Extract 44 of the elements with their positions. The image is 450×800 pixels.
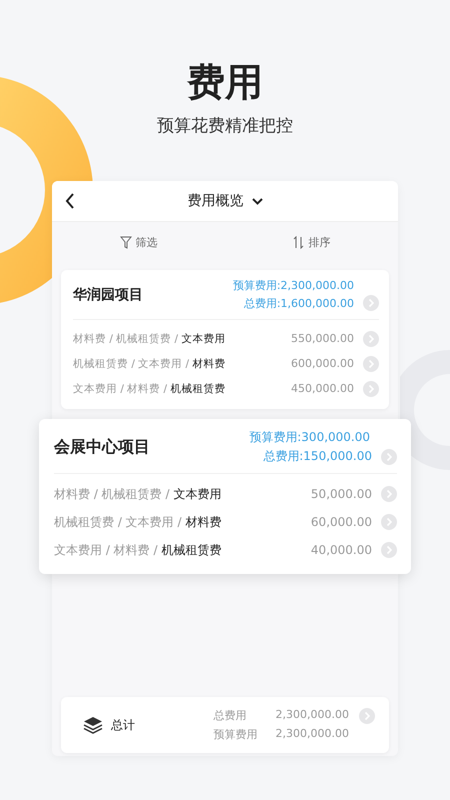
project-name: 华润园项目 <box>73 286 143 304</box>
summary-line-label: 总费用 <box>214 708 248 723</box>
sort-icon <box>292 236 304 248</box>
chevron-right-icon[interactable] <box>381 514 397 530</box>
header-title[interactable]: 费用概览 <box>188 192 244 210</box>
cost-amount: 60,000.00 <box>310 515 372 529</box>
layers-icon <box>83 716 103 734</box>
chevron-right-icon[interactable] <box>381 542 397 558</box>
summary-line-value: 2,300,000.00 <box>276 708 349 723</box>
cost-amount: 450,000.00 <box>291 382 354 395</box>
chevron-right-icon[interactable] <box>381 486 397 502</box>
budget-amount: 预算费用:300,000.00 <box>249 429 370 446</box>
summary-label: 总计 <box>111 716 136 734</box>
total-amount: 总费用:150,000.00 <box>263 448 372 465</box>
chevron-right-icon[interactable] <box>363 356 379 372</box>
project-card[interactable]: 会展中心项目 预算费用:300,000.00 总费用:150,000.00 材料费 / 机械租赁费 / 文本费用 50,000.00 机械租赁费 / 文本费用 / 材料费 60,000.00 文本费用 / 材料费 / 机械租赁费 40,000.00 <box>39 419 411 574</box>
chevron-right-icon[interactable] <box>363 295 379 311</box>
toolbar-button[interactable]: 排序 <box>225 222 398 262</box>
budget-amount: 预算费用:2,300,000.00 <box>232 278 354 293</box>
summary-line-value: 2,300,000.00 <box>276 727 349 742</box>
cost-amount: 50,000.00 <box>310 487 372 501</box>
cost-category-path: 机械租赁费 / 文本费用 / 材料费 <box>54 514 222 530</box>
cost-category-path: 机械租赁费 / 文本费用 / 材料费 <box>73 356 226 370</box>
cost-amount: 600,000.00 <box>291 357 354 370</box>
chevron-right-icon[interactable] <box>363 380 379 396</box>
cost-category-path: 材料费 / 机械租赁费 / 文本费用 <box>73 332 226 346</box>
page-title: 费用 <box>187 59 263 106</box>
chevron-right-icon[interactable] <box>381 448 397 464</box>
cost-amount: 550,000.00 <box>291 332 354 345</box>
cost-amount: 40,000.00 <box>310 543 372 557</box>
project-card[interactable]: 华润园项目 预算费用:2,300,000.00 总费用:1,600,000.00 材料费 / 机械租赁费 / 文本费用 550,000.00 机械租赁费 / 文本费用 / 材料费 600,000.00 文本费用 / 材料费 / 机械租赁费 450,000.00 <box>61 270 389 409</box>
back-icon[interactable] <box>65 193 75 209</box>
cost-category-path: 材料费 / 机械租赁费 / 文本费用 <box>54 486 222 502</box>
page-subtitle: 预算花费精准把控 <box>157 115 293 137</box>
chevron-right-icon[interactable] <box>359 708 375 724</box>
cost-category-path: 文本费用 / 材料费 / 机械租赁费 <box>73 382 226 396</box>
chevron-right-icon[interactable] <box>363 330 379 346</box>
cost-category-path: 文本费用 / 材料费 / 机械租赁费 <box>54 542 222 558</box>
toolbar-button[interactable]: 筛选 <box>52 222 225 262</box>
project-name: 会展中心项目 <box>54 436 150 458</box>
chevron-down-icon[interactable] <box>252 198 262 204</box>
filter-icon <box>120 236 132 248</box>
summary-line-label: 预算费用 <box>214 727 259 742</box>
total-amount: 总费用:1,600,000.00 <box>244 296 354 310</box>
